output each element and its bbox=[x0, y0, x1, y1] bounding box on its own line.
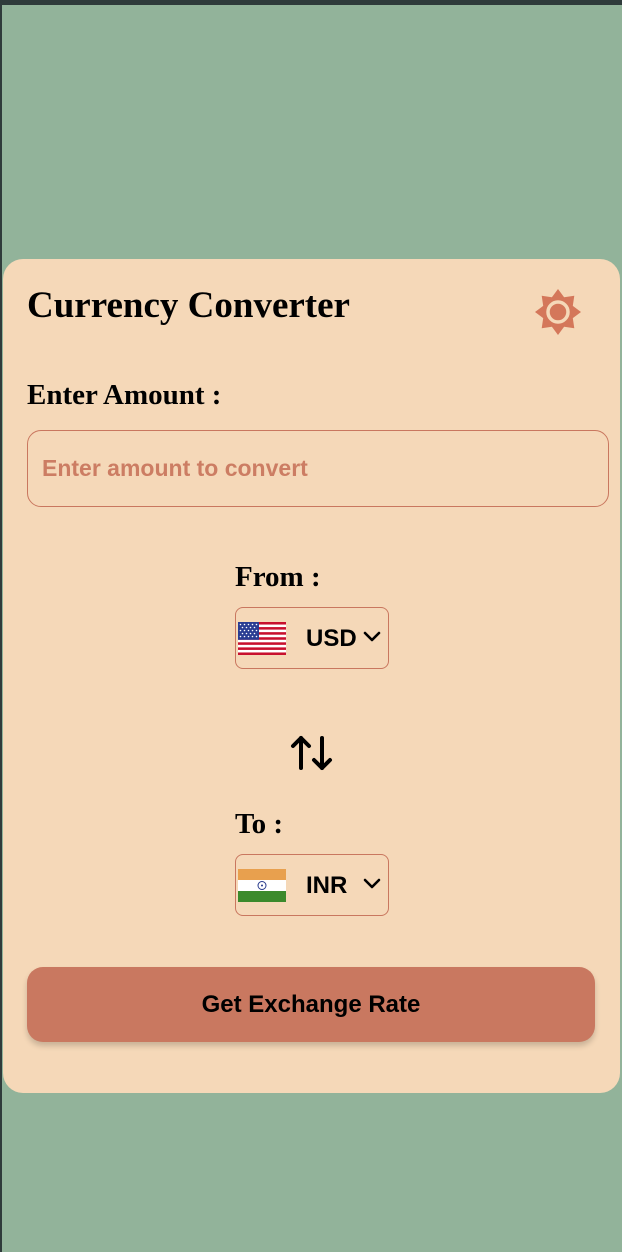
window-top-edge bbox=[0, 0, 622, 5]
swap-arrows-icon[interactable] bbox=[290, 733, 334, 778]
get-exchange-rate-button[interactable]: Get Exchange Rate bbox=[27, 967, 595, 1042]
converter-card: Currency Converter Enter Amount : From : bbox=[3, 259, 620, 1093]
chevron-down-icon bbox=[363, 878, 381, 889]
gear-icon[interactable] bbox=[533, 287, 583, 337]
us-flag-icon bbox=[238, 622, 286, 655]
amount-input[interactable] bbox=[27, 430, 609, 507]
chevron-down-icon bbox=[363, 631, 381, 642]
to-label: To : bbox=[235, 808, 284, 840]
from-currency-code: USD bbox=[306, 625, 357, 652]
amount-label: Enter Amount : bbox=[27, 379, 222, 411]
window-left-edge bbox=[0, 0, 2, 1252]
india-flag-icon bbox=[238, 869, 286, 902]
page-title: Currency Converter bbox=[27, 285, 350, 326]
from-currency-select[interactable]: USD bbox=[235, 607, 389, 669]
from-label: From : bbox=[235, 561, 321, 593]
to-currency-select[interactable]: INR bbox=[235, 854, 389, 916]
to-currency-code: INR bbox=[306, 872, 348, 899]
